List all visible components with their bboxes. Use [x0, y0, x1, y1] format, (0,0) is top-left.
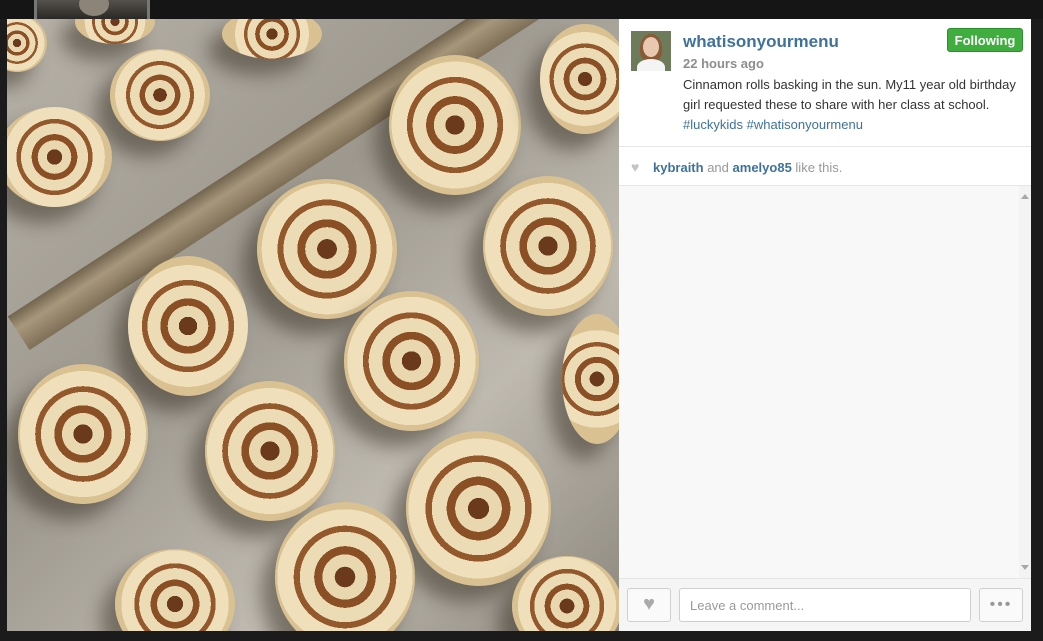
cinnamon-roll: [222, 19, 322, 59]
avatar[interactable]: [631, 31, 671, 71]
scroll-down-arrow-icon[interactable]: [1021, 565, 1029, 570]
cinnamon-roll: [7, 19, 47, 72]
cinnamon-roll: [110, 49, 210, 141]
post-caption: Cinnamon rolls basking in the sun. My11 …: [683, 75, 1019, 135]
scroll-up-arrow-icon[interactable]: [1021, 194, 1029, 199]
cinnamon-roll: [257, 179, 397, 319]
likes-connector: and: [707, 160, 729, 175]
hashtag-luckykids[interactable]: #luckykids: [683, 117, 743, 132]
cinnamon-roll: [128, 256, 248, 396]
comments-scrollbar[interactable]: [1019, 186, 1031, 578]
background-thumbnail: [34, 0, 150, 19]
cinnamon-roll: [512, 556, 619, 631]
following-button[interactable]: Following: [947, 28, 1023, 52]
cinnamon-roll: [275, 502, 415, 631]
more-options-button[interactable]: •••: [979, 588, 1023, 622]
comment-footer: ♥ •••: [619, 578, 1031, 631]
comment-input[interactable]: [679, 588, 971, 622]
comments-area[interactable]: [619, 186, 1031, 578]
avatar-shirt: [637, 59, 665, 71]
cinnamon-roll: [562, 314, 619, 444]
post-sidebar: whatisonyourmenu Following 22 hours ago …: [619, 19, 1031, 631]
background-feed-strip: [0, 0, 1043, 19]
like-button[interactable]: ♥: [627, 588, 671, 622]
divider: [619, 146, 1031, 147]
post-username[interactable]: whatisonyourmenu: [683, 32, 839, 52]
cinnamon-roll: [115, 549, 235, 631]
cinnamon-roll: [205, 381, 335, 521]
likes-summary: ♥ kybraith and amelyo85 like this.: [631, 157, 842, 177]
likes-suffix: like this.: [795, 160, 843, 175]
post-photo[interactable]: [7, 19, 619, 631]
cinnamon-roll: [7, 107, 112, 207]
heart-icon: ♥: [643, 593, 655, 615]
cinnamon-roll: [344, 291, 479, 431]
post-modal: whatisonyourmenu Following 22 hours ago …: [7, 19, 1031, 631]
cinnamon-roll: [540, 24, 619, 134]
cinnamon-roll: [406, 431, 551, 586]
cinnamon-roll: [389, 55, 521, 195]
cinnamon-roll: [75, 19, 155, 44]
heart-icon: ♥: [631, 159, 640, 175]
liker-kybraith[interactable]: kybraith: [653, 160, 704, 175]
caption-text: Cinnamon rolls basking in the sun. My11 …: [683, 77, 1016, 112]
avatar-face: [643, 37, 659, 57]
hashtag-whatisonyourmenu[interactable]: #whatisonyourmenu: [747, 117, 863, 132]
post-timestamp[interactable]: 22 hours ago: [683, 56, 764, 71]
liker-amelyo85[interactable]: amelyo85: [733, 160, 792, 175]
cinnamon-roll: [18, 364, 148, 504]
cinnamon-roll: [483, 176, 613, 316]
ellipsis-icon: •••: [989, 596, 1013, 613]
